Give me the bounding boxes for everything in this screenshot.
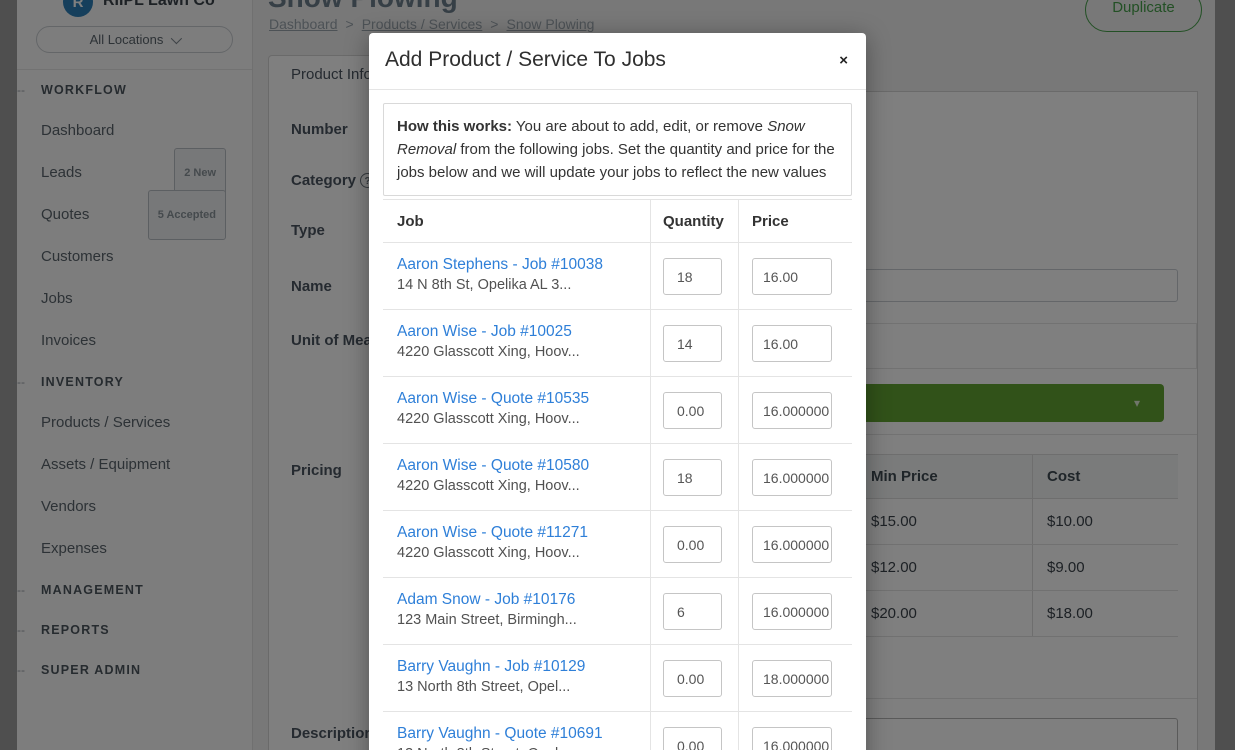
job-row: Barry Vaughn - Job #10129 13 North 8th S… [383, 645, 852, 712]
jobs-table-body: Aaron Stephens - Job #10038 14 N 8th St,… [383, 243, 852, 750]
price-cell [738, 310, 852, 376]
price-cell [738, 511, 852, 577]
note-text: from the following jobs. Set the quantit… [397, 141, 835, 181]
job-cell: Adam Snow - Job #10176 123 Main Street, … [383, 578, 650, 644]
price-cell [738, 712, 852, 750]
note-lead: How this works: [397, 118, 512, 135]
modal-title: Add Product / Service To Jobs [385, 48, 666, 72]
job-address: 14 N 8th St, Opelika AL 3... [397, 277, 640, 293]
price-input[interactable] [752, 593, 832, 630]
quantity-input[interactable] [663, 392, 722, 429]
job-address: 4220 Glasscott Xing, Hoov... [397, 411, 640, 427]
job-row: Aaron Stephens - Job #10038 14 N 8th St,… [383, 243, 852, 310]
quantity-input[interactable] [663, 459, 722, 496]
job-row: Aaron Wise - Job #10025 4220 Glasscott X… [383, 310, 852, 377]
quantity-input[interactable] [663, 258, 722, 295]
price-column-header: Price [738, 200, 852, 242]
job-row: Barry Vaughn - Quote #10691 13 North 8th… [383, 712, 852, 750]
quantity-cell [650, 444, 738, 510]
job-address: 13 North 8th Street, Opel... [397, 679, 640, 695]
quantity-column-header: Quantity [650, 200, 738, 242]
job-row: Aaron Wise - Quote #10535 4220 Glasscott… [383, 377, 852, 444]
price-input[interactable] [752, 325, 832, 362]
job-cell: Aaron Wise - Quote #10580 4220 Glasscott… [383, 444, 650, 510]
job-link[interactable]: Barry Vaughn - Job #10129 [397, 658, 640, 676]
job-address: 13 North 8th Street, Opel... [397, 746, 640, 750]
job-address: 4220 Glasscott Xing, Hoov... [397, 478, 640, 494]
job-link[interactable]: Aaron Wise - Quote #11271 [397, 524, 640, 542]
job-row: Aaron Wise - Quote #10580 4220 Glasscott… [383, 444, 852, 511]
price-input[interactable] [752, 258, 832, 295]
price-cell [738, 377, 852, 443]
price-cell [738, 645, 852, 711]
close-icon[interactable]: × [839, 51, 848, 71]
quantity-input[interactable] [663, 660, 722, 697]
price-input[interactable] [752, 526, 832, 563]
note-text: You are about to add, edit, or remove [512, 118, 767, 135]
job-cell: Aaron Wise - Quote #10535 4220 Glasscott… [383, 377, 650, 443]
quantity-cell [650, 310, 738, 376]
quantity-cell [650, 578, 738, 644]
job-cell: Barry Vaughn - Job #10129 13 North 8th S… [383, 645, 650, 711]
quantity-input[interactable] [663, 727, 722, 750]
quantity-input[interactable] [663, 526, 722, 563]
modal-body: How this works: You are about to add, ed… [369, 103, 866, 750]
job-address: 4220 Glasscott Xing, Hoov... [397, 545, 640, 561]
job-address: 4220 Glasscott Xing, Hoov... [397, 344, 640, 360]
job-cell: Aaron Stephens - Job #10038 14 N 8th St,… [383, 243, 650, 309]
how-this-works-note: How this works: You are about to add, ed… [383, 103, 852, 196]
quantity-cell [650, 511, 738, 577]
job-cell: Aaron Wise - Quote #11271 4220 Glasscott… [383, 511, 650, 577]
jobs-table: Job Quantity Price Aaron Stephens - Job … [383, 199, 852, 750]
job-row: Aaron Wise - Quote #11271 4220 Glasscott… [383, 511, 852, 578]
job-link[interactable]: Aaron Wise - Quote #10580 [397, 457, 640, 475]
modal-header: Add Product / Service To Jobs × [369, 33, 866, 90]
price-cell [738, 578, 852, 644]
quantity-cell [650, 243, 738, 309]
job-column-header: Job [383, 200, 650, 242]
price-input[interactable] [752, 459, 832, 496]
job-link[interactable]: Aaron Stephens - Job #10038 [397, 256, 640, 274]
price-cell [738, 243, 852, 309]
jobs-table-header: Job Quantity Price [383, 199, 852, 243]
job-link[interactable]: Barry Vaughn - Quote #10691 [397, 725, 640, 743]
job-link[interactable]: Adam Snow - Job #10176 [397, 591, 640, 609]
price-cell [738, 444, 852, 510]
quantity-cell [650, 377, 738, 443]
add-product-service-modal: Add Product / Service To Jobs × How this… [369, 33, 866, 750]
job-address: 123 Main Street, Birmingh... [397, 612, 640, 628]
job-link[interactable]: Aaron Wise - Quote #10535 [397, 390, 640, 408]
price-input[interactable] [752, 392, 832, 429]
job-cell: Aaron Wise - Job #10025 4220 Glasscott X… [383, 310, 650, 376]
quantity-input[interactable] [663, 593, 722, 630]
quantity-cell [650, 712, 738, 750]
quantity-cell [650, 645, 738, 711]
price-input[interactable] [752, 727, 832, 750]
job-row: Adam Snow - Job #10176 123 Main Street, … [383, 578, 852, 645]
quantity-input[interactable] [663, 325, 722, 362]
job-link[interactable]: Aaron Wise - Job #10025 [397, 323, 640, 341]
job-cell: Barry Vaughn - Quote #10691 13 North 8th… [383, 712, 650, 750]
price-input[interactable] [752, 660, 832, 697]
